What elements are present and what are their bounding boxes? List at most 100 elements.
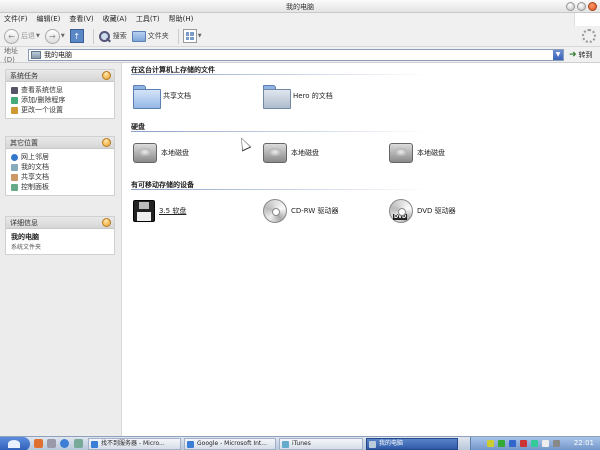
forward-button[interactable]: → ▼ bbox=[44, 28, 65, 44]
item-label: 本地磁盘 bbox=[417, 149, 445, 157]
add-remove-icon bbox=[11, 96, 18, 104]
taskbar-item-ie-error[interactable]: 找不到服务器 - Micro... bbox=[88, 438, 181, 450]
item-local-disk-1[interactable]: 本地磁盘 bbox=[133, 143, 189, 163]
loading-throbber-icon bbox=[582, 29, 596, 43]
collapse-icon[interactable]: ˄ bbox=[102, 71, 111, 80]
maximize-button[interactable] bbox=[577, 2, 586, 11]
quicklaunch-firefox-icon[interactable] bbox=[34, 439, 43, 448]
place-network[interactable]: 网上邻居 bbox=[11, 152, 110, 162]
menu-favorites[interactable]: 收藏(A) bbox=[103, 13, 127, 26]
place-control-panel[interactable]: 控制面板 bbox=[11, 182, 110, 192]
quicklaunch-ie-icon[interactable] bbox=[60, 439, 69, 448]
tray-icon[interactable] bbox=[487, 440, 494, 447]
folders-button[interactable]: 文件夹 bbox=[131, 30, 169, 42]
folders-icon bbox=[131, 30, 146, 42]
details-header[interactable]: 详细信息 ˄ bbox=[6, 217, 114, 229]
other-places-panel: 其它位置 ˄ 网上邻居 我的文档 共享文档 控制面板 bbox=[5, 136, 115, 196]
documents-icon bbox=[11, 163, 18, 171]
content-area: 在这台计算机上存储的文件 共享文档 Hero 的文档 硬盘 本地磁盘 本地磁盘 … bbox=[123, 63, 600, 436]
toolbar: ← 后退 ▼ → ▼ ↑ 搜索 文件夹 ▼ bbox=[0, 26, 600, 47]
chevron-down-icon[interactable]: ▼ bbox=[36, 33, 40, 39]
taskbar: 找不到服务器 - Micro... Google - Microsoft Int… bbox=[0, 436, 600, 450]
place-shared-documents[interactable]: 共享文档 bbox=[11, 172, 110, 182]
group-divider bbox=[131, 74, 431, 75]
quicklaunch-show-desktop-icon[interactable] bbox=[74, 439, 83, 448]
folder-up-icon: ↑ bbox=[69, 29, 84, 43]
collapse-icon[interactable]: ˄ bbox=[102, 218, 111, 227]
tray-icon[interactable] bbox=[531, 440, 538, 447]
item-floppy[interactable]: 3.5 软盘 bbox=[133, 200, 186, 222]
close-button[interactable] bbox=[588, 2, 597, 11]
task-label: 添加/删除程序 bbox=[21, 96, 66, 104]
search-label: 搜索 bbox=[112, 32, 127, 40]
other-places-title: 其它位置 bbox=[10, 139, 38, 147]
taskbar-item-my-computer[interactable]: 我的电脑 bbox=[366, 438, 458, 450]
back-button[interactable]: ← 后退 ▼ bbox=[4, 28, 40, 44]
clock[interactable]: 22:01 bbox=[574, 439, 594, 447]
folder-icon bbox=[263, 85, 291, 109]
shared-folder-icon bbox=[11, 173, 18, 181]
search-button[interactable]: 搜索 bbox=[98, 30, 127, 43]
menu-tools[interactable]: 工具(T) bbox=[136, 13, 160, 26]
volume-icon[interactable] bbox=[542, 440, 549, 447]
address-dropdown-button[interactable]: ▼ bbox=[553, 49, 563, 60]
item-local-disk-3[interactable]: 本地磁盘 bbox=[389, 143, 445, 163]
window-title: 我的电脑 bbox=[286, 3, 314, 11]
task-label: 更改一个设置 bbox=[21, 106, 63, 114]
place-label: 共享文档 bbox=[21, 173, 49, 181]
task-change-setting[interactable]: 更改一个设置 bbox=[11, 105, 110, 115]
place-label: 我的文档 bbox=[21, 163, 49, 171]
task-pane: 系统任务 ˄ 查看系统信息 添加/删除程序 更改一个设置 其它位置 ˄ 网上邻居… bbox=[0, 63, 122, 436]
system-tasks-header[interactable]: 系统任务 ˄ bbox=[6, 70, 114, 82]
views-button[interactable]: ▼ bbox=[182, 29, 202, 43]
collapse-icon[interactable]: ˄ bbox=[102, 138, 111, 147]
tray-icon[interactable] bbox=[509, 440, 516, 447]
chevron-down-icon[interactable]: ▼ bbox=[198, 33, 202, 39]
start-button[interactable] bbox=[0, 437, 30, 450]
menu-view[interactable]: 查看(V) bbox=[69, 13, 93, 26]
go-label: 转到 bbox=[578, 50, 593, 59]
details-panel: 详细信息 ˄ 我的电脑 系统文件夹 bbox=[5, 216, 115, 255]
chevron-down-icon[interactable]: ▼ bbox=[61, 33, 65, 39]
place-label: 网上邻居 bbox=[21, 153, 49, 161]
tray-icon[interactable] bbox=[498, 440, 505, 447]
taskbar-item-itunes[interactable]: iTunes bbox=[279, 438, 363, 450]
title-bar[interactable]: 我的电脑 bbox=[0, 0, 600, 13]
other-places-header[interactable]: 其它位置 ˄ bbox=[6, 137, 114, 149]
windows-logo bbox=[574, 13, 600, 26]
quicklaunch-app-icon[interactable] bbox=[47, 439, 56, 448]
item-label: Hero 的文档 bbox=[293, 92, 333, 100]
menu-bar: 文件(F) 编辑(E) 查看(V) 收藏(A) 工具(T) 帮助(H) bbox=[0, 13, 600, 26]
item-hero-documents[interactable]: Hero 的文档 bbox=[263, 85, 333, 109]
item-shared-documents[interactable]: 共享文档 bbox=[133, 85, 191, 109]
item-dvd[interactable]: DVD DVD 驱动器 bbox=[389, 199, 456, 223]
search-icon bbox=[98, 30, 111, 43]
go-button[interactable]: ➜ 转到 bbox=[569, 50, 593, 60]
item-cd-rw[interactable]: CD-RW 驱动器 bbox=[263, 199, 339, 223]
go-arrow-icon: ➜ bbox=[569, 49, 577, 60]
place-my-documents[interactable]: 我的文档 bbox=[11, 162, 110, 172]
item-local-disk-2[interactable]: 本地磁盘 bbox=[263, 143, 319, 163]
taskbar-item-google[interactable]: Google - Microsoft Int... bbox=[184, 438, 276, 450]
menu-file[interactable]: 文件(F) bbox=[4, 13, 28, 26]
back-arrow-icon: ← bbox=[4, 28, 19, 44]
minimize-button[interactable] bbox=[566, 2, 575, 11]
details-title: 详细信息 bbox=[10, 219, 38, 227]
up-button[interactable]: ↑ bbox=[69, 29, 84, 43]
item-label: 本地磁盘 bbox=[291, 149, 319, 157]
menu-help[interactable]: 帮助(H) bbox=[169, 13, 194, 26]
task-view-system-info[interactable]: 查看系统信息 bbox=[11, 85, 110, 95]
address-input[interactable]: 我的电脑 ▼ bbox=[28, 48, 564, 61]
task-label: 查看系统信息 bbox=[21, 86, 63, 94]
system-tasks-panel: 系统任务 ˄ 查看系统信息 添加/删除程序 更改一个设置 bbox=[5, 69, 115, 119]
computer-icon bbox=[31, 50, 41, 59]
system-tasks-title: 系统任务 bbox=[10, 72, 38, 80]
menu-edit[interactable]: 编辑(E) bbox=[37, 13, 61, 26]
hard-disk-icon bbox=[389, 143, 413, 163]
item-label: CD-RW 驱动器 bbox=[291, 207, 339, 215]
toolbar-separator bbox=[92, 28, 94, 44]
network-tray-icon[interactable] bbox=[553, 440, 560, 447]
task-add-remove-programs[interactable]: 添加/删除程序 bbox=[11, 95, 110, 105]
tray-icon[interactable] bbox=[520, 440, 527, 447]
details-name: 我的电脑 bbox=[11, 233, 39, 241]
